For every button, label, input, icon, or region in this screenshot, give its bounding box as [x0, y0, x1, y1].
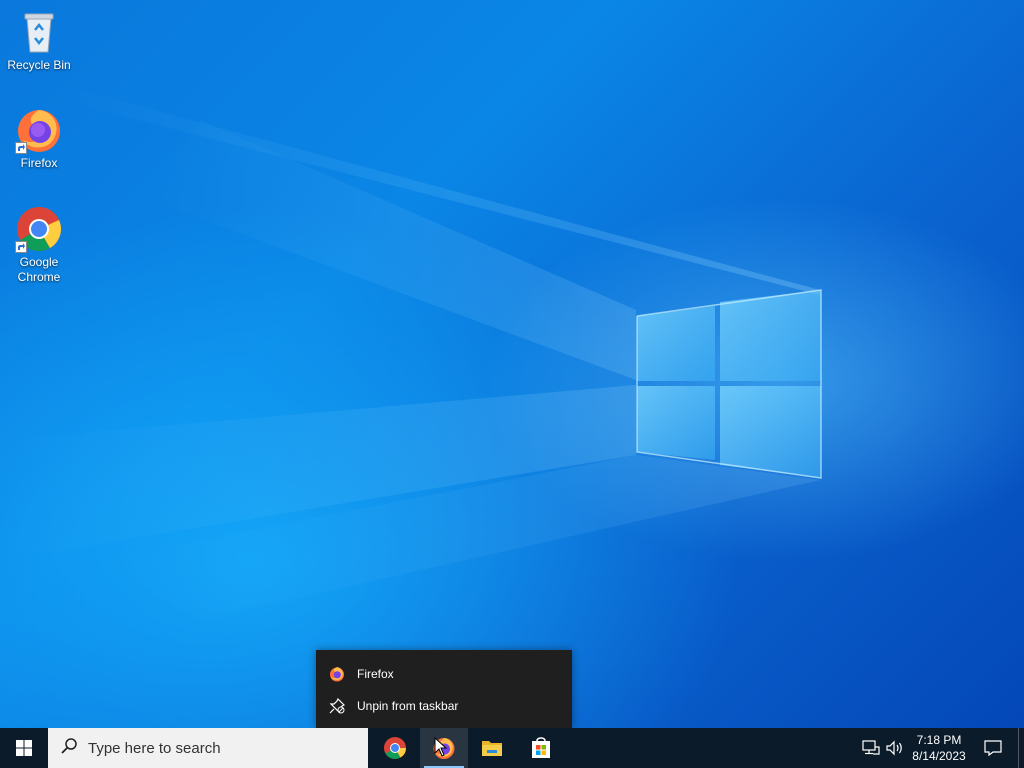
- taskbar: Type here to search 7:18 PM 8/14/2023: [0, 728, 1024, 768]
- search-icon: [60, 737, 78, 759]
- folder-icon: [482, 741, 502, 756]
- clock-time: 7:18 PM: [916, 733, 962, 747]
- jumplist-item-unpin[interactable]: Unpin from taskbar: [316, 690, 572, 722]
- clock[interactable]: 7:18 PM 8/14/2023: [900, 728, 978, 768]
- windows-logo-icon: [16, 740, 32, 756]
- taskbar-app-file-explorer[interactable]: [468, 728, 516, 768]
- firefox-icon: [329, 666, 345, 682]
- clock-date: 8/14/2023: [912, 749, 966, 763]
- shortcut-arrow-icon: [15, 241, 27, 253]
- shortcut-arrow-icon: [15, 142, 27, 154]
- wallpaper: [0, 90, 822, 620]
- notification-icon: [984, 740, 1002, 757]
- search-box[interactable]: Type here to search: [48, 728, 368, 768]
- start-button[interactable]: [0, 728, 48, 768]
- taskbar-app-store[interactable]: [517, 728, 565, 768]
- jumplist-item-firefox[interactable]: Firefox: [316, 658, 572, 690]
- notification-button[interactable]: [978, 728, 1008, 768]
- jumplist-item-label: Unpin from taskbar: [357, 699, 459, 713]
- jumplist-item-label: Firefox: [357, 667, 394, 681]
- search-placeholder: Type here to search: [88, 739, 221, 757]
- desktop: Recycle Bin Firefox Google Chrome: [0, 0, 1024, 728]
- taskbar-app-chrome[interactable]: [371, 728, 419, 768]
- unpin-icon: [329, 697, 346, 714]
- store-icon: [532, 737, 550, 758]
- network-icon[interactable]: [862, 740, 880, 761]
- desktop-icon-chrome[interactable]: Google Chrome: [4, 205, 74, 285]
- desktop-icon-recycle-bin[interactable]: Recycle Bin: [4, 8, 74, 73]
- desktop-icon-label: Google Chrome: [17, 255, 61, 284]
- desktop-icon-label: Recycle Bin: [7, 58, 71, 72]
- desktop-icon-label: Firefox: [20, 156, 58, 170]
- recycle-bin-icon: [15, 8, 63, 56]
- show-desktop-button[interactable]: [1018, 728, 1024, 768]
- chrome-icon: [384, 737, 406, 759]
- firefox-icon: [15, 106, 63, 154]
- taskbar-jumplist: Firefox Unpin from taskbar: [316, 650, 572, 728]
- chrome-icon: [15, 205, 63, 253]
- mouse-cursor-icon: [434, 737, 448, 757]
- desktop-icon-firefox[interactable]: Firefox: [4, 106, 74, 171]
